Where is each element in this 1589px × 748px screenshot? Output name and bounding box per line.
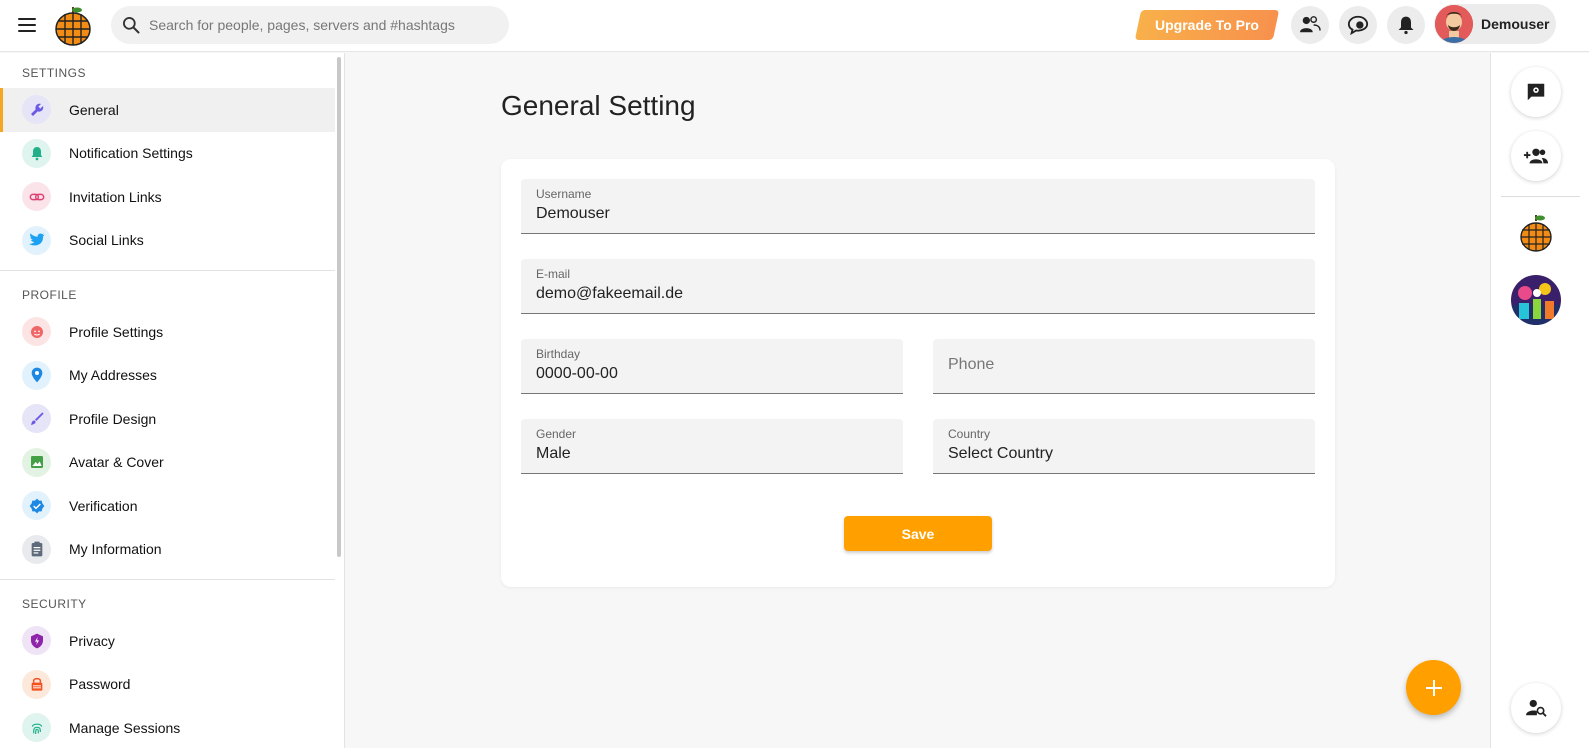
- sidebar-item-password[interactable]: Password: [0, 663, 335, 707]
- sidebar-item-label: Notification Settings: [69, 145, 193, 162]
- image-icon: [22, 447, 51, 477]
- section-title-security: SECURITY: [22, 597, 87, 611]
- user-avatar: [1435, 5, 1473, 43]
- sidebar-item-label: Invitation Links: [69, 188, 162, 205]
- sidebar-scrollbar[interactable]: [337, 57, 341, 557]
- phone-field[interactable]: Phone: [933, 339, 1315, 394]
- face-icon: [22, 317, 51, 347]
- gender-select[interactable]: Gender Male: [521, 419, 903, 474]
- sidebar-item-my-addresses[interactable]: My Addresses: [0, 354, 335, 398]
- sidebar-item-label: Verification: [69, 497, 138, 514]
- lock-icon: [22, 669, 51, 699]
- messages-icon[interactable]: [1339, 6, 1377, 44]
- link-icon: [22, 182, 51, 212]
- server-logo-icon[interactable]: [1511, 210, 1561, 260]
- country-label: Country: [948, 427, 991, 441]
- sidebar-item-label: Password: [69, 676, 131, 693]
- map-pin-icon: [22, 360, 51, 390]
- server-avatar[interactable]: [1511, 275, 1561, 325]
- chat-settings-icon[interactable]: [1511, 67, 1561, 117]
- brush-icon: [22, 404, 51, 434]
- sidebar-item-verification[interactable]: Verification: [0, 484, 335, 528]
- section-title-settings: SETTINGS: [22, 66, 87, 80]
- site-logo-icon[interactable]: [54, 6, 92, 46]
- sidebar-item-privacy[interactable]: Privacy: [0, 619, 335, 663]
- section-divider: [0, 579, 335, 580]
- verified-badge-icon: [22, 491, 51, 521]
- rail-divider: [1501, 196, 1580, 197]
- section-title-profile: PROFILE: [22, 288, 77, 302]
- username-label: Username: [536, 187, 592, 201]
- friends-icon[interactable]: [1291, 6, 1329, 44]
- top-bar: Upgrade To Pro Demouser: [0, 0, 1589, 52]
- birthday-label: Birthday: [536, 347, 581, 361]
- twitter-icon: [22, 225, 51, 255]
- upgrade-to-pro-button[interactable]: Upgrade To Pro: [1134, 10, 1280, 40]
- general-settings-card: Username Demouser E-mail demo@fakeemail.…: [501, 159, 1335, 587]
- birthday-field[interactable]: Birthday 0000-00-00: [521, 339, 903, 394]
- shield-icon: [22, 626, 51, 656]
- clipboard-icon: [22, 534, 51, 564]
- settings-sidebar: SETTINGS General Notification Settings I…: [0, 53, 345, 748]
- sidebar-item-avatar-cover[interactable]: Avatar & Cover: [0, 441, 335, 485]
- sidebar-item-label: Manage Sessions: [69, 719, 181, 736]
- notifications-bell-icon[interactable]: [1387, 6, 1425, 44]
- plus-icon: [1425, 679, 1442, 696]
- search-input[interactable]: [149, 17, 489, 33]
- fingerprint-icon: [22, 713, 51, 743]
- search-icon: [123, 17, 140, 34]
- sidebar-item-manage-sessions[interactable]: Manage Sessions: [0, 706, 335, 748]
- username-field[interactable]: Username Demouser: [521, 179, 1315, 234]
- search-bar[interactable]: [111, 6, 509, 44]
- sidebar-item-profile-settings[interactable]: Profile Settings: [0, 310, 335, 354]
- gender-label: Gender: [536, 427, 577, 441]
- sidebar-item-label: General: [69, 101, 119, 118]
- page-title: General Setting: [501, 90, 696, 121]
- bell-icon: [22, 138, 51, 168]
- sidebar-item-label: My Information: [69, 541, 162, 558]
- sidebar-item-invitation-links[interactable]: Invitation Links: [0, 175, 335, 219]
- save-button[interactable]: Save: [844, 516, 992, 551]
- email-label: E-mail: [536, 267, 571, 281]
- birthday-value: 0000-00-00: [536, 365, 618, 382]
- right-rail: [1490, 53, 1589, 748]
- sidebar-item-label: Avatar & Cover: [69, 454, 164, 471]
- sidebar-item-profile-design[interactable]: Profile Design: [0, 397, 335, 441]
- sidebar-item-general[interactable]: General: [0, 88, 335, 132]
- country-select[interactable]: Country Select Country: [933, 419, 1315, 474]
- add-friend-icon[interactable]: [1511, 131, 1561, 181]
- main-content: General Setting Username Demouser E-mail…: [346, 53, 1490, 748]
- sidebar-item-notification-settings[interactable]: Notification Settings: [0, 132, 335, 176]
- sidebar-item-label: Privacy: [69, 632, 115, 649]
- phone-placeholder: Phone: [948, 356, 995, 373]
- email-field[interactable]: E-mail demo@fakeemail.de: [521, 259, 1315, 314]
- username-label: Demouser: [1481, 16, 1550, 32]
- upgrade-label: Upgrade To Pro: [1155, 17, 1259, 33]
- sidebar-item-label: My Addresses: [69, 367, 157, 384]
- sidebar-item-label: Social Links: [69, 232, 144, 249]
- menu-icon[interactable]: [14, 14, 40, 38]
- sidebar-item-label: Profile Settings: [69, 323, 164, 340]
- gender-value: Male: [536, 445, 571, 462]
- email-value: demo@fakeemail.de: [536, 285, 683, 302]
- sidebar-item-social-links[interactable]: Social Links: [0, 219, 335, 263]
- wrench-icon: [22, 95, 51, 125]
- find-people-icon[interactable]: [1511, 683, 1561, 733]
- user-menu[interactable]: Demouser: [1434, 4, 1556, 44]
- sidebar-item-label: Profile Design: [69, 410, 157, 427]
- username-value: Demouser: [536, 205, 610, 222]
- create-post-button[interactable]: [1406, 660, 1461, 715]
- section-divider: [0, 270, 335, 271]
- country-value: Select Country: [948, 445, 1053, 462]
- sidebar-item-my-information[interactable]: My Information: [0, 528, 335, 572]
